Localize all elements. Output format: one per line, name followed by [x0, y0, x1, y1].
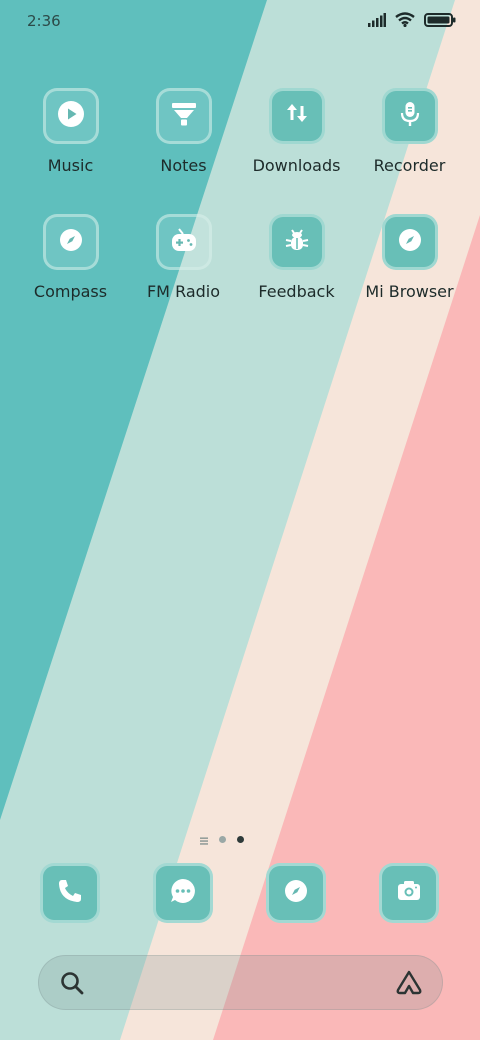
microphone-icon — [396, 100, 424, 132]
dock-phone[interactable] — [40, 863, 100, 923]
app-label: Feedback — [258, 282, 335, 301]
app-tile[interactable] — [381, 88, 438, 144]
dock-browser[interactable] — [266, 863, 326, 923]
app-label: Music — [47, 156, 94, 175]
page-indicator[interactable] — [200, 830, 244, 849]
compass-icon — [398, 228, 422, 256]
app-downloads[interactable]: Downloads — [240, 88, 353, 175]
app-label: Compass — [33, 282, 108, 301]
app-recorder[interactable]: Recorder — [353, 88, 466, 175]
status-bar: 2:36 — [0, 0, 480, 44]
assistant-icon[interactable] — [394, 969, 424, 1001]
app-tile[interactable] — [268, 214, 325, 270]
app-mi-browser[interactable]: Mi Browser — [353, 214, 466, 301]
compass-icon — [59, 228, 83, 256]
dock-camera[interactable] — [379, 863, 439, 923]
app-tile[interactable] — [155, 88, 212, 144]
clock: 2:36 — [27, 12, 61, 30]
dock — [0, 863, 480, 923]
bug-icon — [283, 226, 311, 258]
page-list-icon[interactable] — [200, 830, 208, 849]
app-tile[interactable] — [155, 214, 212, 270]
app-tile[interactable] — [42, 214, 99, 270]
page-dot-active[interactable] — [237, 836, 244, 843]
message-icon — [169, 877, 197, 909]
notes-icon — [170, 100, 198, 132]
app-label: Recorder — [373, 156, 446, 175]
camera-icon — [395, 877, 423, 909]
app-music[interactable]: Music — [14, 88, 127, 175]
app-notes[interactable]: Notes — [127, 88, 240, 175]
app-fm-radio[interactable]: FM Radio — [127, 214, 240, 301]
search-icon[interactable] — [59, 970, 85, 1000]
page-dot[interactable] — [219, 836, 226, 843]
compass-icon — [284, 879, 308, 907]
app-compass[interactable]: Compass — [14, 214, 127, 301]
app-tile[interactable] — [42, 88, 99, 144]
app-feedback[interactable]: Feedback — [240, 214, 353, 301]
app-tile[interactable] — [268, 88, 325, 144]
phone-icon — [57, 878, 83, 908]
app-label: Mi Browser — [365, 282, 454, 301]
signal-icon — [368, 12, 386, 31]
battery-icon — [424, 12, 456, 31]
app-label: Downloads — [252, 156, 341, 175]
app-label: Notes — [160, 156, 207, 175]
radio-icon — [170, 226, 198, 258]
app-tile[interactable] — [381, 214, 438, 270]
app-label: FM Radio — [146, 282, 221, 301]
dock-messages[interactable] — [153, 863, 213, 923]
download-icon — [283, 100, 311, 132]
search-bar[interactable] — [38, 955, 443, 1010]
play-icon — [57, 100, 85, 132]
wifi-icon — [395, 12, 415, 31]
